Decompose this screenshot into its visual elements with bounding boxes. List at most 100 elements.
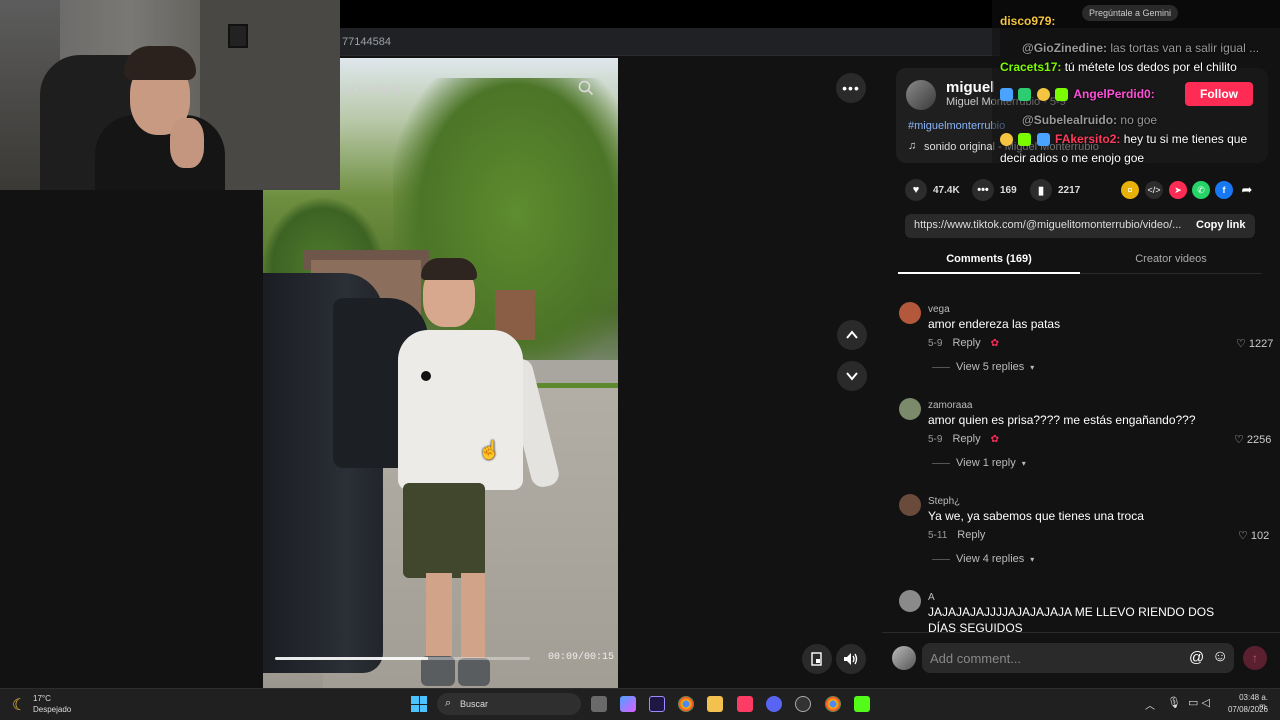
comment-like-button[interactable]: ♡ 1227 bbox=[1236, 337, 1273, 350]
post-comment-button[interactable]: ↑ bbox=[1243, 646, 1267, 670]
share-coin-button[interactable]: ¤ bbox=[1121, 181, 1139, 199]
reply-button[interactable]: Reply bbox=[952, 433, 980, 445]
comment-avatar[interactable] bbox=[899, 590, 921, 612]
more-options-button[interactable]: ••• bbox=[836, 73, 866, 103]
bookmark-icon: ▮ bbox=[1030, 179, 1052, 201]
address-bar[interactable]: 77144584 bbox=[340, 28, 1000, 56]
pip-icon bbox=[811, 652, 822, 666]
clock-date[interactable]: 07/08/2026 bbox=[1218, 705, 1268, 714]
taskbar-search[interactable] bbox=[437, 693, 581, 715]
volume-button[interactable] bbox=[836, 644, 866, 674]
kick-icon[interactable] bbox=[854, 696, 870, 712]
obs-icon[interactable] bbox=[795, 696, 811, 712]
next-video-button[interactable] bbox=[837, 361, 867, 391]
microphone-icon[interactable]: 🎙︎ bbox=[1167, 696, 1181, 709]
view-replies-button[interactable]: View 4 replies ▾ bbox=[932, 553, 1034, 565]
mention-icon[interactable]: @ bbox=[1189, 649, 1204, 666]
moon-icon[interactable]: ☾ bbox=[12, 695, 26, 715]
webcam-person-hair bbox=[124, 46, 196, 80]
network-volume-icon[interactable]: ▭ ◁ bbox=[1188, 696, 1210, 709]
embed-button[interactable]: </> bbox=[1145, 181, 1163, 199]
discord-icon[interactable] bbox=[766, 696, 782, 712]
view-replies-label: View 4 replies bbox=[956, 553, 1025, 565]
weather-description[interactable]: Despejado bbox=[33, 705, 71, 714]
copilot-icon[interactable] bbox=[620, 696, 636, 712]
comment-text: Ya we, ya sabemos que tienes una troca bbox=[928, 509, 1144, 523]
music-app-icon[interactable] bbox=[737, 696, 753, 712]
comment-like-button[interactable]: ♡ 102 bbox=[1238, 529, 1269, 542]
previous-video-button[interactable] bbox=[837, 320, 867, 350]
view-replies-button[interactable]: View 5 replies ▾ bbox=[932, 361, 1034, 373]
file-explorer-icon[interactable] bbox=[707, 696, 723, 712]
send-icon: ➤ bbox=[1174, 184, 1182, 195]
emoji-icon[interactable]: ☺ bbox=[1212, 648, 1228, 666]
video-scene-shoe bbox=[421, 656, 455, 686]
taskbar-search-label[interactable]: Buscar bbox=[460, 699, 488, 709]
comment-like-count: 1227 bbox=[1248, 338, 1274, 350]
facebook-share-button[interactable]: f bbox=[1215, 181, 1233, 199]
comment-avatar[interactable] bbox=[899, 398, 921, 420]
more-share-button[interactable]: ➦ bbox=[1238, 181, 1256, 199]
comment-username[interactable]: Steph¿ bbox=[928, 496, 960, 507]
author-avatar[interactable] bbox=[906, 80, 936, 110]
comment-avatar[interactable] bbox=[899, 302, 921, 324]
comment-text: amor endereza las patas bbox=[928, 317, 1061, 331]
comment-username[interactable]: A bbox=[928, 592, 935, 603]
whatsapp-share-button[interactable]: ✆ bbox=[1192, 181, 1210, 199]
tab-comments[interactable]: Comments (169) bbox=[898, 253, 1080, 265]
chat-message: @GioZinedine: las tortas van a salir igu… bbox=[1022, 41, 1259, 55]
author-username[interactable]: miguel bbox=[946, 79, 994, 96]
coin-icon: ¤ bbox=[1127, 185, 1133, 195]
comment-like-button[interactable]: ♡ 2256 bbox=[1234, 433, 1271, 446]
premiere-icon[interactable] bbox=[649, 696, 665, 712]
video-scene-person-shirt bbox=[398, 330, 523, 490]
search-icon[interactable] bbox=[578, 80, 594, 96]
chat-badge-icon bbox=[1000, 88, 1013, 102]
chrome-icon[interactable] bbox=[678, 696, 694, 712]
tab-creator-videos[interactable]: Creator videos bbox=[1080, 253, 1262, 265]
video-link-url[interactable]: https://www.tiktok.com/@miguelitomonterr… bbox=[914, 219, 1184, 231]
embed-icon: </> bbox=[1147, 185, 1161, 195]
weather-temperature[interactable]: 17°C bbox=[33, 694, 51, 703]
webcam-picture-frame bbox=[228, 24, 248, 48]
gemini-chip[interactable]: Pregúntale a Gemini bbox=[1082, 5, 1178, 21]
reply-button[interactable]: Reply bbox=[952, 337, 980, 349]
chevron-down-icon: ▾ bbox=[1021, 458, 1026, 468]
save-button[interactable]: ▮ 2217 bbox=[1030, 179, 1081, 201]
comment-username[interactable]: zamoraaa bbox=[928, 400, 972, 411]
video-progress-bar[interactable] bbox=[275, 657, 530, 660]
picture-in-picture-button[interactable] bbox=[802, 644, 832, 674]
chat-message: AngelPerdid0: bbox=[1000, 87, 1155, 102]
comment-meta: 5-11 Reply bbox=[928, 529, 985, 541]
chevron-up-icon bbox=[846, 330, 858, 339]
task-view-icon[interactable] bbox=[591, 696, 607, 712]
follow-button[interactable]: Follow bbox=[1185, 82, 1253, 106]
save-count: 2217 bbox=[1058, 184, 1081, 196]
search-icon: ⌕ bbox=[445, 697, 452, 709]
comment-meta: 5-9 Reply ✿ bbox=[928, 337, 999, 349]
comment-icon: ••• bbox=[972, 179, 994, 201]
view-replies-button[interactable]: View 1 reply ▾ bbox=[932, 457, 1026, 469]
following-tab-label[interactable]: ed content bbox=[340, 82, 401, 97]
chat-username: Cracets17: bbox=[1000, 60, 1062, 74]
comment-username[interactable]: vega bbox=[928, 304, 950, 315]
chat-message: decir adios o me enojo goe bbox=[1000, 151, 1144, 165]
comment-like-count: 2256 bbox=[1246, 434, 1272, 446]
chat-message: @Subelealruido: no goe bbox=[1022, 113, 1157, 127]
like-button[interactable]: ♥ 47.4K bbox=[905, 179, 960, 201]
chrome-active-icon[interactable] bbox=[825, 696, 841, 712]
copy-link-button[interactable]: Copy link bbox=[1196, 219, 1246, 231]
like-count: 47.4K bbox=[933, 184, 960, 196]
chevron-down-icon: ▾ bbox=[1030, 362, 1035, 372]
comment-input[interactable] bbox=[922, 643, 1234, 673]
comment-button[interactable]: ••• 169 bbox=[972, 179, 1017, 201]
comment-avatar[interactable] bbox=[899, 494, 921, 516]
send-button[interactable]: ➤ bbox=[1169, 181, 1187, 199]
chevron-up-icon[interactable]: ︿ bbox=[1145, 697, 1155, 712]
hashtag-link[interactable]: #miguelmonterrubio bbox=[908, 120, 1005, 132]
webcam-person-hand bbox=[170, 118, 204, 168]
start-button[interactable] bbox=[411, 696, 427, 712]
video-scene-person-leg bbox=[426, 573, 452, 663]
reply-button[interactable]: Reply bbox=[957, 529, 985, 541]
chat-text: hey tu si me tienes que bbox=[1123, 132, 1248, 146]
